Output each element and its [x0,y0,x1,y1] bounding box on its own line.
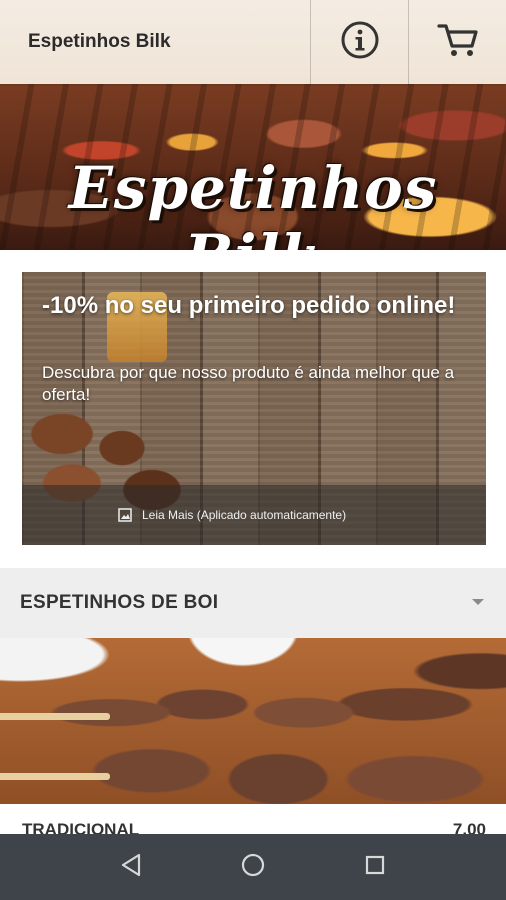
home-button[interactable] [223,837,283,897]
cart-icon [436,21,479,64]
caret-down-icon[interactable] [470,594,486,612]
system-nav-bar [0,834,506,900]
promo-description: Descubra por que nosso produto é ainda m… [42,363,455,404]
category-name: ESPETINHOS DE BOI [20,592,219,613]
recents-square-icon [364,854,386,881]
back-button[interactable] [101,837,161,897]
promo-headline: -10% no seu primeiro pedido online! [42,292,456,319]
app-title: Espetinhos Bilk [28,31,171,52]
info-button[interactable] [310,0,408,84]
recents-button[interactable] [345,837,405,897]
hero-banner: Espetinhos Bilk [0,84,506,250]
app-bar: Espetinhos Bilk [0,0,506,84]
image-icon [118,508,132,522]
hero-logo: Espetinhos Bilk [68,154,438,250]
skewer-stick [0,773,110,780]
info-icon [340,20,380,65]
product-image[interactable] [0,638,506,804]
back-triangle-icon [120,853,142,882]
read-more-link[interactable]: Leia Mais (Aplicado automaticamente) [22,485,486,545]
promo-card[interactable]: -10% no seu primeiro pedido online! Desc… [22,272,486,545]
home-circle-icon [241,853,265,882]
cart-button[interactable] [408,0,506,84]
category-header[interactable]: ESPETINHOS DE BOI [0,568,506,638]
read-more-label: Leia Mais (Aplicado automaticamente) [142,508,347,522]
skewer-stick [0,713,110,720]
